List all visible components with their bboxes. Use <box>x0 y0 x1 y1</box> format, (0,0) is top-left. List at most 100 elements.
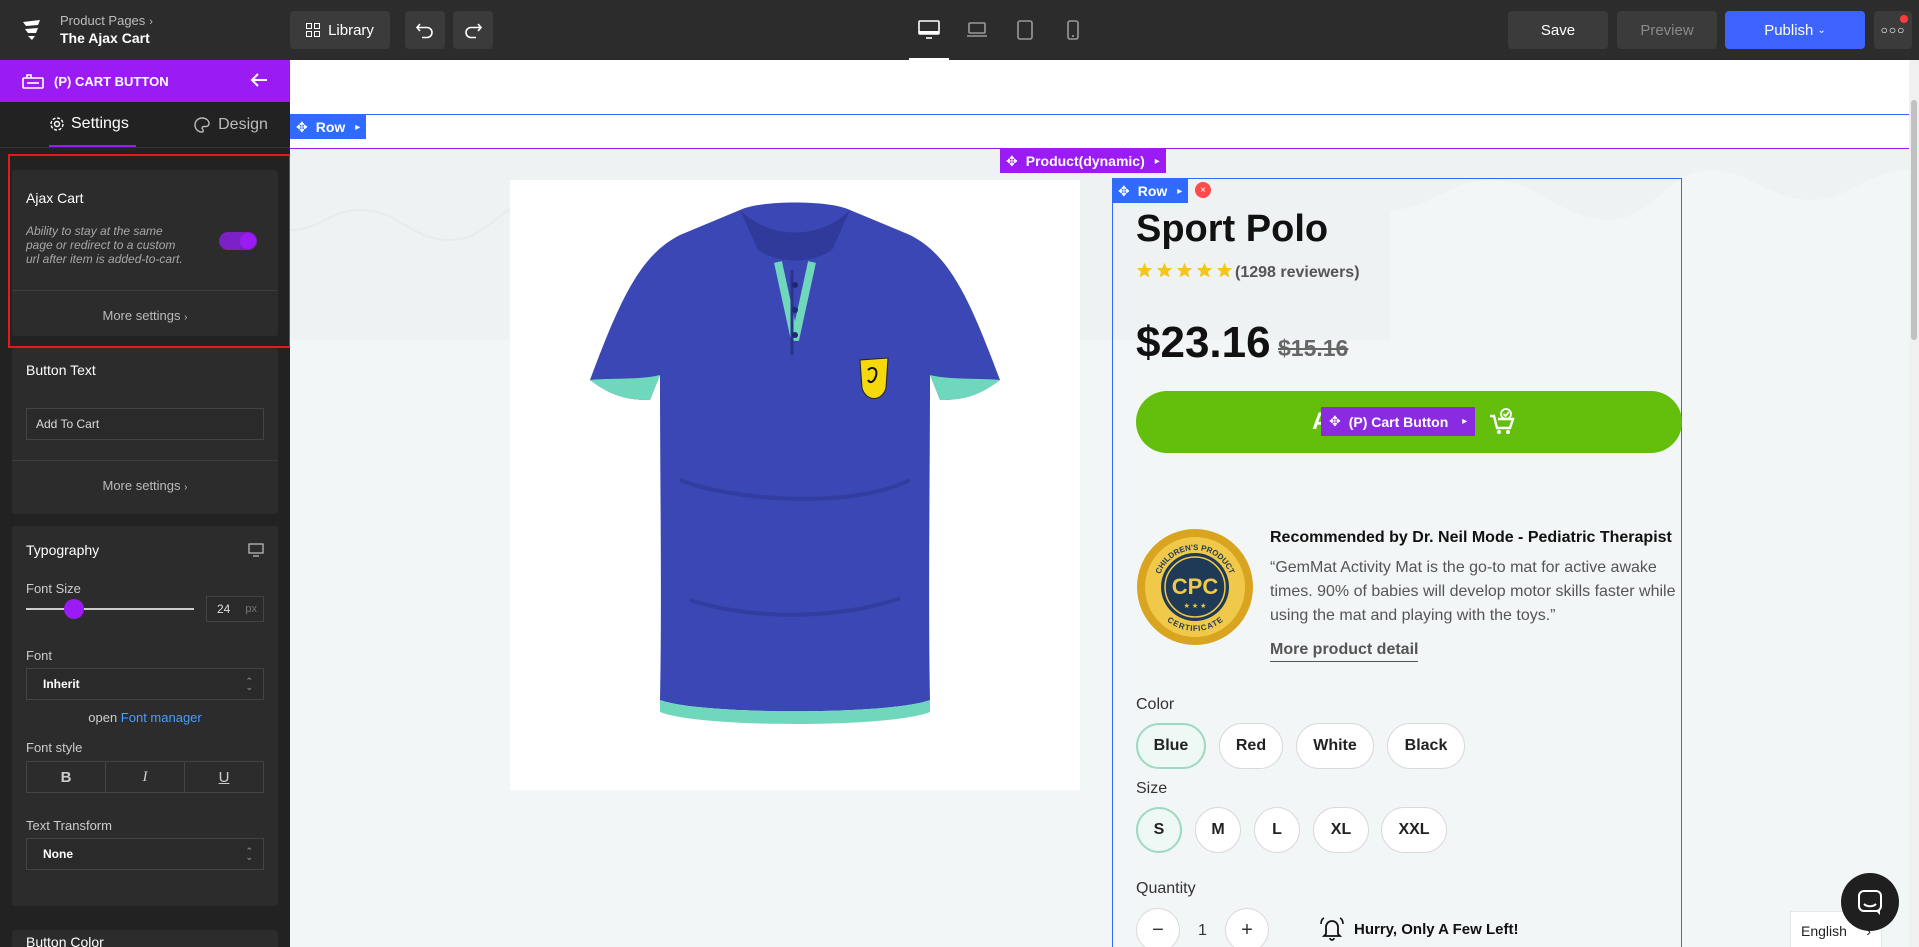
laptop-view-button[interactable] <box>963 16 991 44</box>
cart-button-tag[interactable]: ✥ (P) Cart Button ▸ <box>1321 407 1476 436</box>
chevron-right-icon: › <box>149 16 153 28</box>
arrow-left-icon[interactable] <box>250 72 268 88</box>
mobile-icon <box>1067 20 1079 40</box>
review-count[interactable]: (1298 reviewers) <box>1235 264 1360 282</box>
underline-button[interactable]: U <box>185 762 263 792</box>
palette-icon <box>194 116 210 133</box>
size-option-xl[interactable]: XL <box>1313 807 1369 853</box>
more-product-detail-link[interactable]: More product detail <box>1270 641 1419 662</box>
typography-panel: Typography Font Size 24 px Font Inherit ⌃ ⌄… <box>12 526 278 906</box>
certificate-badge: CHILDREN'S PRODUCT CERTIFICATE CPC ★ ★ ★ <box>1137 529 1253 645</box>
cart-check-icon <box>1490 408 1515 434</box>
ajax-cart-panel: Ajax Cart Ability to stay at the same pa… <box>12 170 278 336</box>
font-size-slider-handle[interactable] <box>64 599 84 619</box>
recommendation-title: Recommended by Dr. Neil Mode - Pediatric… <box>1270 529 1672 546</box>
tablet-icon <box>1017 20 1033 40</box>
size-option-s[interactable]: S <box>1136 807 1182 853</box>
more-options-button[interactable]: ○○○ <box>1874 11 1912 49</box>
tab-settings[interactable]: Settings <box>49 102 137 147</box>
library-button[interactable]: Library <box>290 11 390 49</box>
plus-icon: + <box>1241 918 1253 941</box>
preview-button[interactable]: Preview <box>1617 11 1717 49</box>
bold-button[interactable]: B <box>27 762 106 792</box>
grid-icon <box>306 23 321 37</box>
settings-sidebar: (P) CART BUTTON Settings Design Ajax Car… <box>0 60 290 947</box>
button-text-panel: Button Text Add To Cart More settings › <box>12 348 278 514</box>
text-transform-value: None <box>43 847 73 861</box>
product-dynamic-tag[interactable]: ✥ Product(dynamic) ▸ <box>1000 149 1166 173</box>
row-outline-top <box>290 114 1909 115</box>
italic-button[interactable]: I <box>106 762 185 792</box>
quantity-increase-button[interactable]: + <box>1225 908 1269 947</box>
button-color-title: Button Color <box>26 934 104 947</box>
publish-button[interactable]: Publish ⌄ <box>1725 11 1865 49</box>
tab-settings-label: Settings <box>71 114 129 132</box>
product-tag-label: Product(dynamic) <box>1025 153 1145 169</box>
product-image[interactable] <box>510 180 1080 790</box>
gempages-logo-icon[interactable] <box>20 18 44 42</box>
redo-icon <box>465 23 483 39</box>
font-select[interactable]: Inherit ⌃ ⌄ <box>26 668 264 700</box>
font-size-slider-track[interactable] <box>26 608 194 610</box>
color-option-black[interactable]: Black <box>1387 723 1465 769</box>
text-transform-label: Text Transform <box>26 818 112 833</box>
star-icon <box>1196 262 1213 278</box>
font-manager-prefix: open <box>88 710 118 725</box>
font-size-value: 24 <box>217 602 231 616</box>
size-option-l[interactable]: L <box>1254 807 1300 853</box>
color-option-white[interactable]: White <box>1296 723 1374 769</box>
desktop-icon[interactable] <box>248 543 264 557</box>
size-option-xxl[interactable]: XXL <box>1381 807 1447 853</box>
tablet-view-button[interactable] <box>1011 16 1039 44</box>
quantity-value[interactable]: 1 <box>1198 922 1207 940</box>
canvas-scrollbar[interactable] <box>1909 60 1919 947</box>
ajax-cart-toggle[interactable] <box>219 232 257 250</box>
tab-design[interactable]: Design <box>172 102 290 147</box>
font-size-input[interactable]: 24 px <box>206 596 264 622</box>
font-select-value: Inherit <box>43 677 80 691</box>
undo-button[interactable] <box>405 11 445 49</box>
notification-dot <box>1900 15 1908 23</box>
size-option-m[interactable]: M <box>1195 807 1241 853</box>
row-tag[interactable]: ✥ Row ▸ <box>290 115 367 139</box>
delete-icon[interactable]: × <box>1195 182 1211 198</box>
divider <box>12 460 278 461</box>
breadcrumb[interactable]: Product Pages › <box>60 13 153 28</box>
ajax-more-settings-link[interactable]: More settings › <box>12 308 278 323</box>
button-text-more-settings-link[interactable]: More settings › <box>12 478 278 493</box>
chat-widget-button[interactable] <box>1841 873 1899 931</box>
mobile-view-button[interactable] <box>1059 16 1087 44</box>
font-manager-link[interactable]: Font manager <box>121 710 202 725</box>
caret-right-icon: ▸ <box>355 121 361 133</box>
save-button[interactable]: Save <box>1508 11 1608 49</box>
element-title: (P) CART BUTTON <box>54 73 169 89</box>
editor-canvas[interactable]: ✥ Row ▸ ✥ Product(dynamic) ▸ ✥ Row ▸ × S… <box>290 60 1909 947</box>
color-option-red[interactable]: Red <box>1219 723 1283 769</box>
ajax-cart-title: Ajax Cart <box>26 190 84 206</box>
color-option-blue[interactable]: Blue <box>1136 723 1206 769</box>
polo-shirt-image <box>590 202 1000 724</box>
redo-button[interactable] <box>453 11 493 49</box>
chevron-right-icon: › <box>184 312 188 323</box>
page-title: The Ajax Cart <box>60 30 150 46</box>
low-stock-text: Hurry, Only A Few Left! <box>1354 920 1519 938</box>
select-arrows-icon: ⌃ ⌄ <box>245 676 253 692</box>
quantity-decrease-button[interactable]: − <box>1136 908 1180 947</box>
move-icon: ✥ <box>1006 152 1018 169</box>
color-label: Color <box>1136 696 1175 713</box>
cart-tag-label: (P) Cart Button <box>1348 413 1449 430</box>
caret-right-icon: ▸ <box>1154 155 1160 167</box>
typography-title: Typography <box>26 542 100 558</box>
font-size-label: Font Size <box>26 581 81 596</box>
desktop-view-button[interactable] <box>909 16 949 60</box>
desktop-icon <box>918 20 940 39</box>
divider <box>12 290 278 291</box>
text-transform-select[interactable]: None ⌃ ⌄ <box>26 838 264 870</box>
publish-label: Publish <box>1764 21 1814 39</box>
scrollbar-thumb[interactable] <box>1911 100 1917 340</box>
caret-right-icon: ▸ <box>1177 185 1183 197</box>
button-text-input[interactable]: Add To Cart <box>26 408 264 440</box>
move-icon: ✥ <box>1329 413 1341 429</box>
inner-row-tag[interactable]: ✥ Row ▸ <box>1112 179 1189 203</box>
top-toolbar: Product Pages › The Ajax Cart Library Sav… <box>0 0 1919 60</box>
